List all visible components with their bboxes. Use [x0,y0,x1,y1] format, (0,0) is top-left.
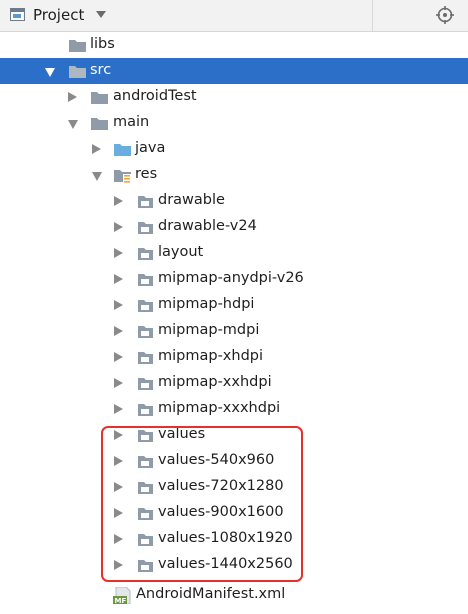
collapsed-arrow-icon[interactable] [114,534,123,544]
panel-title[interactable]: Project [33,6,84,24]
tree-row[interactable]: drawable-v24 [0,214,468,240]
folder-icon [136,428,155,443]
folder-icon [136,246,155,261]
tree-row-label: values [158,426,206,442]
tree-row[interactable]: res [0,162,468,188]
tree-row[interactable]: src [0,58,468,84]
folder-icon [68,38,87,53]
tree-row-label: androidTest [113,88,197,104]
tree-row[interactable]: mipmap-hdpi [0,292,468,318]
manifest-file-icon: MF [113,586,132,605]
collapsed-arrow-icon[interactable] [114,560,123,570]
collapsed-arrow-icon[interactable] [92,144,101,154]
tree-row[interactable]: MF AndroidManifest.xml [0,582,468,608]
collapsed-arrow-icon[interactable] [114,430,123,440]
dropdown-chevron-icon[interactable] [96,11,106,18]
tree-row-label: main [113,114,150,130]
folder-icon [136,220,155,235]
tree-row-label: res [135,166,158,182]
tree-row-label: mipmap-hdpi [158,296,255,312]
tree-row-label: AndroidManifest.xml [136,586,286,602]
folder-icon [136,532,155,547]
collapsed-arrow-icon[interactable] [114,248,123,258]
collapsed-arrow-icon[interactable] [114,456,123,466]
tree-row-label: drawable-v24 [158,218,257,234]
collapsed-arrow-icon[interactable] [114,222,123,232]
tree-row[interactable]: values-540x960 [0,448,468,474]
folder-icon [136,376,155,391]
tree-row[interactable]: values-720x1280 [0,474,468,500]
tree-row[interactable]: mipmap-xxhdpi [0,370,468,396]
tree-row[interactable]: mipmap-anydpi-v26 [0,266,468,292]
locate-target-icon[interactable] [436,6,454,24]
collapsed-arrow-icon[interactable] [114,274,123,284]
svg-text:MF: MF [115,597,127,604]
tree-row-label: values-900x1600 [158,504,284,520]
folder-icon [136,480,155,495]
tree-row[interactable]: mipmap-mdpi [0,318,468,344]
expanded-arrow-icon[interactable] [68,120,78,129]
tree-row[interactable]: mipmap-xhdpi [0,344,468,370]
folder-icon [68,64,87,79]
tree-row-label: mipmap-mdpi [158,322,260,338]
collapsed-arrow-icon[interactable] [68,92,77,102]
collapsed-arrow-icon[interactable] [114,482,123,492]
project-window-icon [10,8,25,21]
collapsed-arrow-icon[interactable] [114,378,123,388]
tree-row-label: values-1080x1920 [158,530,293,546]
header-divider [372,0,373,31]
source-folder-icon [113,142,132,157]
tree-row-label: src [90,62,112,78]
tree-row[interactable]: java [0,136,468,162]
collapsed-arrow-icon[interactable] [114,196,123,206]
folder-icon [136,194,155,209]
tree-row[interactable]: values [0,422,468,448]
tree-row[interactable]: drawable [0,188,468,214]
folder-icon [136,454,155,469]
resource-folder-icon [113,168,132,183]
collapsed-arrow-icon[interactable] [114,300,123,310]
collapsed-arrow-icon[interactable] [114,352,123,362]
folder-icon [136,324,155,339]
folder-icon [136,350,155,365]
collapsed-arrow-icon[interactable] [114,326,123,336]
project-panel-header: Project [0,0,468,32]
folder-icon [136,558,155,573]
tree-row[interactable]: values-900x1600 [0,500,468,526]
tree-row[interactable]: androidTest [0,84,468,110]
tree-row[interactable]: main [0,110,468,136]
tree-row[interactable]: values-1080x1920 [0,526,468,552]
folder-icon [136,506,155,521]
folder-icon [136,402,155,417]
tree-row[interactable]: layout [0,240,468,266]
tree-row-label: mipmap-anydpi-v26 [158,270,304,286]
expanded-arrow-icon[interactable] [45,68,55,77]
expanded-arrow-icon[interactable] [92,172,102,181]
tree-row[interactable]: values-1440x2560 [0,552,468,578]
tree-row-label: mipmap-xhdpi [158,348,264,364]
tree-row-label: values-1440x2560 [158,556,293,572]
folder-icon [136,298,155,313]
folder-icon [90,116,109,131]
tree-row[interactable]: libs [0,32,468,58]
folder-icon [136,272,155,287]
tree-row-label: values-540x960 [158,452,275,468]
tree-row-label: drawable [158,192,225,208]
tree-row-label: mipmap-xxxhdpi [158,400,281,416]
tree-row-label: libs [90,36,115,52]
collapsed-arrow-icon[interactable] [114,404,123,414]
collapsed-arrow-icon[interactable] [114,508,123,518]
tree-row-label: values-720x1280 [158,478,284,494]
tree-row[interactable]: mipmap-xxxhdpi [0,396,468,422]
folder-icon [90,90,109,105]
tree-row-label: layout [158,244,204,260]
tree-row-label: java [135,140,166,156]
tree-row-label: mipmap-xxhdpi [158,374,272,390]
